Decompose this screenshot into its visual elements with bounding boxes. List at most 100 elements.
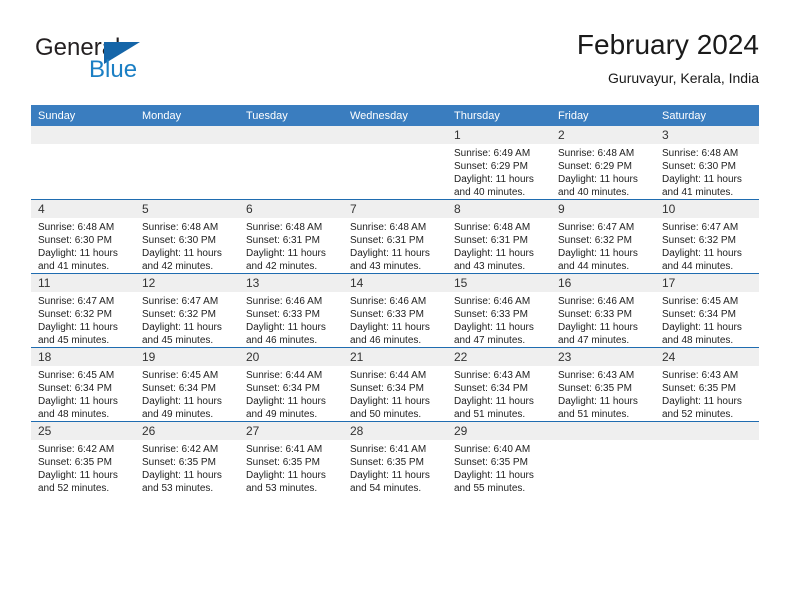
day-cell[interactable]: 11 Sunrise: 6:47 AM Sunset: 6:32 PM Dayligh…: [31, 273, 135, 348]
day-detail-line: and 43 minutes.: [454, 261, 526, 272]
day-cell[interactable]: 14 Sunrise: 6:46 AM Sunset: 6:33 PM Dayligh…: [343, 273, 447, 348]
brand-name-blue: Blue: [89, 56, 138, 83]
day-detail-line: Daylight: 11 hours: [350, 396, 430, 407]
day-detail-line: Sunrise: 6:47 AM: [558, 222, 635, 233]
day-cell[interactable]: 24 Sunrise: 6:43 AM Sunset: 6:35 PM Dayligh…: [655, 347, 759, 422]
calendar-header-row: Sunday Monday Tuesday Wednesday Thursday…: [31, 105, 759, 126]
day-cell[interactable]: 21 Sunrise: 6:44 AM Sunset: 6:34 PM Dayligh…: [343, 347, 447, 422]
day-number: 23: [551, 348, 655, 366]
day-detail-line: Sunrise: 6:45 AM: [142, 370, 219, 381]
day-detail-line: Sunrise: 6:41 AM: [246, 444, 323, 455]
day-cell[interactable]: 17 Sunrise: 6:45 AM Sunset: 6:34 PM Dayligh…: [655, 273, 759, 348]
day-detail-line: and 49 minutes.: [246, 409, 318, 420]
calendar-week-row: 1 Sunrise: 6:49 AM Sunset: 6:29 PM Daylight…: [31, 126, 759, 200]
day-detail-line: Daylight: 11 hours: [662, 174, 742, 185]
day-number: 6: [239, 200, 343, 218]
day-number: 7: [343, 200, 447, 218]
day-cell[interactable]: 4 Sunrise: 6:48 AM Sunset: 6:30 PM Daylight…: [31, 199, 135, 274]
day-details: Sunrise: 6:48 AM Sunset: 6:29 PM Daylight:…: [551, 144, 655, 199]
day-cell[interactable]: 22 Sunrise: 6:43 AM Sunset: 6:34 PM Dayligh…: [447, 347, 551, 422]
day-cell[interactable]: 8 Sunrise: 6:48 AM Sunset: 6:31 PM Daylight…: [447, 199, 551, 274]
day-details: Sunrise: 6:48 AM Sunset: 6:30 PM Daylight:…: [135, 218, 239, 273]
day-cell[interactable]: 6 Sunrise: 6:48 AM Sunset: 6:31 PM Daylight…: [239, 199, 343, 274]
day-number: 21: [343, 348, 447, 366]
day-cell-empty: [551, 421, 655, 495]
day-cell[interactable]: 10 Sunrise: 6:47 AM Sunset: 6:32 PM Dayligh…: [655, 199, 759, 274]
day-detail-line: Sunset: 6:32 PM: [662, 235, 736, 246]
day-details: Sunrise: 6:41 AM Sunset: 6:35 PM Daylight:…: [343, 440, 447, 495]
day-cell[interactable]: 5 Sunrise: 6:48 AM Sunset: 6:30 PM Daylight…: [135, 199, 239, 274]
day-cell[interactable]: 26 Sunrise: 6:42 AM Sunset: 6:35 PM Dayligh…: [135, 421, 239, 495]
day-cell[interactable]: 16 Sunrise: 6:46 AM Sunset: 6:33 PM Dayligh…: [551, 273, 655, 348]
day-details: Sunrise: 6:42 AM Sunset: 6:35 PM Daylight:…: [135, 440, 239, 495]
day-number: 5: [135, 200, 239, 218]
weekday-header-wednesday: Wednesday: [343, 105, 447, 126]
day-detail-line: Daylight: 11 hours: [662, 396, 742, 407]
day-details: Sunrise: 6:47 AM Sunset: 6:32 PM Daylight:…: [31, 292, 135, 347]
day-detail-line: and 51 minutes.: [454, 409, 526, 420]
day-cell[interactable]: 2 Sunrise: 6:48 AM Sunset: 6:29 PM Daylight…: [551, 126, 655, 200]
day-cell[interactable]: 27 Sunrise: 6:41 AM Sunset: 6:35 PM Dayligh…: [239, 421, 343, 495]
day-detail-line: Sunset: 6:33 PM: [454, 309, 528, 320]
day-cell[interactable]: 12 Sunrise: 6:47 AM Sunset: 6:32 PM Dayligh…: [135, 273, 239, 348]
day-detail-line: Daylight: 11 hours: [38, 248, 118, 259]
day-cell[interactable]: 20 Sunrise: 6:44 AM Sunset: 6:34 PM Dayligh…: [239, 347, 343, 422]
day-detail-line: Sunrise: 6:45 AM: [38, 370, 115, 381]
day-cell[interactable]: 29 Sunrise: 6:40 AM Sunset: 6:35 PM Dayligh…: [447, 421, 551, 495]
day-cell[interactable]: 3 Sunrise: 6:48 AM Sunset: 6:30 PM Daylight…: [655, 126, 759, 200]
day-number: 10: [655, 200, 759, 218]
day-detail-line: Sunset: 6:32 PM: [38, 309, 112, 320]
day-cell[interactable]: 23 Sunrise: 6:43 AM Sunset: 6:35 PM Dayligh…: [551, 347, 655, 422]
day-cell[interactable]: 13 Sunrise: 6:46 AM Sunset: 6:33 PM Dayligh…: [239, 273, 343, 348]
day-detail-line: Sunrise: 6:40 AM: [454, 444, 531, 455]
day-detail-line: Sunrise: 6:42 AM: [38, 444, 115, 455]
brand-logo[interactable]: General Blue: [31, 28, 271, 92]
day-number: 18: [31, 348, 135, 366]
day-detail-line: Sunrise: 6:43 AM: [454, 370, 531, 381]
day-cell[interactable]: 19 Sunrise: 6:45 AM Sunset: 6:34 PM Dayligh…: [135, 347, 239, 422]
day-detail-line: Sunset: 6:31 PM: [246, 235, 320, 246]
page-header: General Blue February 2024 Guruvayur, Ke…: [31, 28, 759, 96]
day-number: 9: [551, 200, 655, 218]
day-detail-line: Sunrise: 6:48 AM: [350, 222, 427, 233]
day-cell[interactable]: 7 Sunrise: 6:48 AM Sunset: 6:31 PM Daylight…: [343, 199, 447, 274]
day-detail-line: and 41 minutes.: [662, 187, 734, 198]
day-cell[interactable]: 1 Sunrise: 6:49 AM Sunset: 6:29 PM Daylight…: [447, 126, 551, 200]
day-details: Sunrise: 6:43 AM Sunset: 6:35 PM Daylight:…: [551, 366, 655, 421]
day-detail-line: and 51 minutes.: [558, 409, 630, 420]
day-detail-line: Sunrise: 6:46 AM: [558, 296, 635, 307]
day-number: [343, 126, 447, 144]
day-detail-line: Sunset: 6:35 PM: [246, 457, 320, 468]
weekday-header-friday: Friday: [551, 105, 655, 126]
day-details: Sunrise: 6:44 AM Sunset: 6:34 PM Daylight:…: [239, 366, 343, 421]
day-detail-line: Sunrise: 6:47 AM: [38, 296, 115, 307]
day-detail-line: Sunset: 6:29 PM: [454, 161, 528, 172]
day-cell[interactable]: 25 Sunrise: 6:42 AM Sunset: 6:35 PM Dayligh…: [31, 421, 135, 495]
day-cell[interactable]: 15 Sunrise: 6:46 AM Sunset: 6:33 PM Dayligh…: [447, 273, 551, 348]
day-number: 22: [447, 348, 551, 366]
day-detail-line: Daylight: 11 hours: [38, 322, 118, 333]
day-detail-line: Sunrise: 6:45 AM: [662, 296, 739, 307]
day-cell[interactable]: 9 Sunrise: 6:47 AM Sunset: 6:32 PM Daylight…: [551, 199, 655, 274]
day-details: Sunrise: 6:48 AM Sunset: 6:30 PM Daylight:…: [655, 144, 759, 199]
day-number: 1: [447, 126, 551, 144]
day-detail-line: and 54 minutes.: [350, 483, 422, 494]
day-cell-empty: [135, 126, 239, 200]
day-detail-line: and 52 minutes.: [38, 483, 110, 494]
calendar-week-row: 4 Sunrise: 6:48 AM Sunset: 6:30 PM Daylight…: [31, 199, 759, 274]
day-detail-line: Daylight: 11 hours: [662, 248, 742, 259]
day-detail-line: Daylight: 11 hours: [246, 396, 326, 407]
day-cell[interactable]: 18 Sunrise: 6:45 AM Sunset: 6:34 PM Dayligh…: [31, 347, 135, 422]
day-cell[interactable]: 28 Sunrise: 6:41 AM Sunset: 6:35 PM Dayligh…: [343, 421, 447, 495]
day-details: Sunrise: 6:46 AM Sunset: 6:33 PM Daylight:…: [239, 292, 343, 347]
day-detail-line: and 50 minutes.: [350, 409, 422, 420]
day-detail-line: Sunset: 6:35 PM: [142, 457, 216, 468]
day-detail-line: and 40 minutes.: [558, 187, 630, 198]
day-detail-line: Sunset: 6:30 PM: [662, 161, 736, 172]
day-details: Sunrise: 6:47 AM Sunset: 6:32 PM Daylight:…: [551, 218, 655, 273]
day-detail-line: and 44 minutes.: [558, 261, 630, 272]
day-cell-empty: [31, 126, 135, 200]
day-details: Sunrise: 6:42 AM Sunset: 6:35 PM Daylight:…: [31, 440, 135, 495]
page-title: February 2024: [576, 29, 759, 60]
day-detail-line: Sunset: 6:32 PM: [558, 235, 632, 246]
